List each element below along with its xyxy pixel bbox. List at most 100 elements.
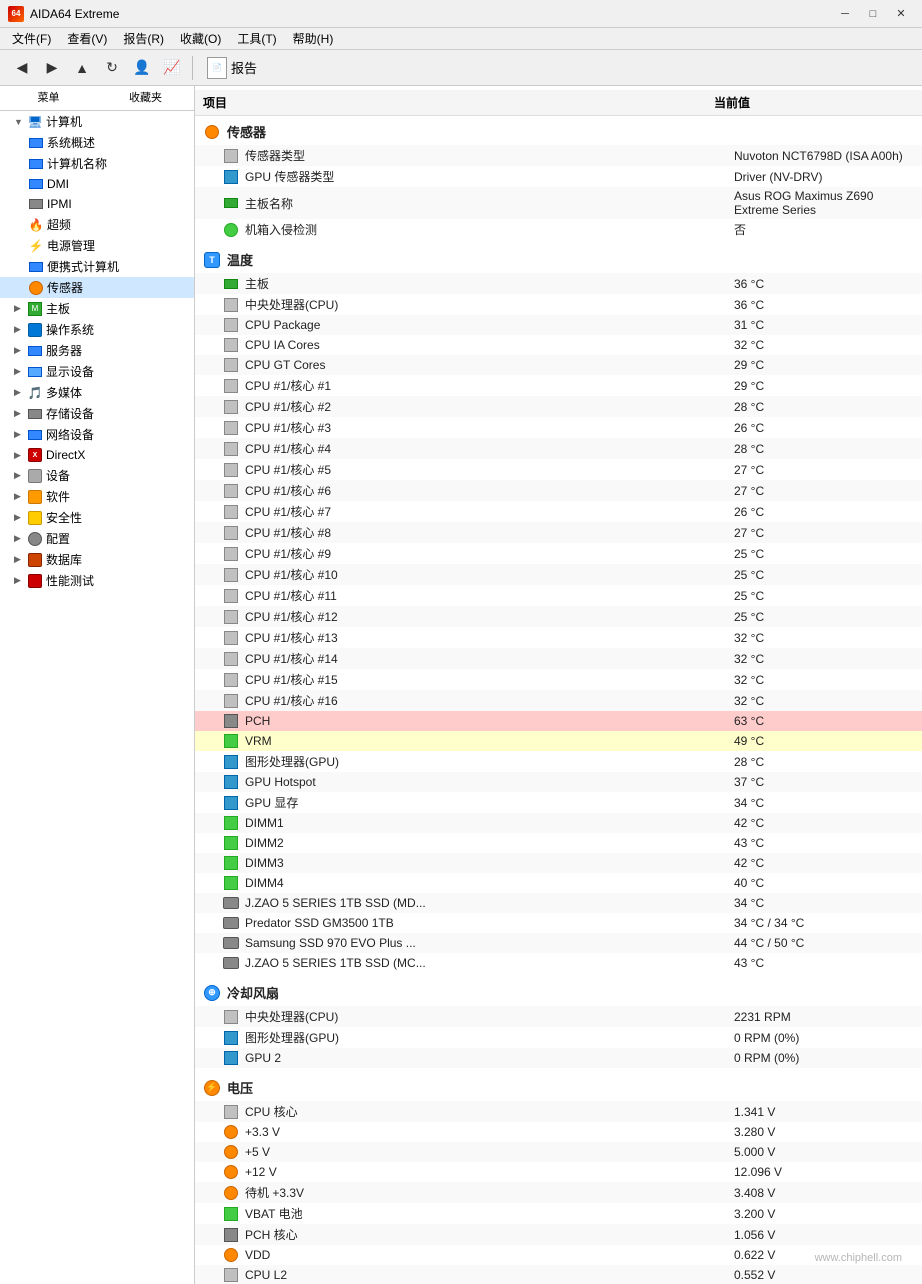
row-temp-core16: CPU #1/核心 #16 32 °C [195, 690, 922, 711]
row-volt-cpu: CPU 核心 1.341 V [195, 1101, 922, 1122]
row-label-temp-core8: CPU #1/核心 #8 [245, 524, 734, 541]
sidebar-item-motherboard[interactable]: ▶ M 主板 [0, 298, 194, 319]
sidebar-item-storage[interactable]: ▶ 存储设备 [0, 403, 194, 424]
maximize-button[interactable]: □ [860, 3, 886, 25]
row-label-temp-core15: CPU #1/核心 #15 [245, 671, 734, 688]
row-label-temp-vrm: VRM [245, 734, 734, 748]
row-value-temp-mb: 36 °C [734, 277, 914, 291]
section-header-voltage: ⚡ 电压 [195, 1072, 922, 1101]
row-label-temp-core10: CPU #1/核心 #10 [245, 566, 734, 583]
row-icon-temp-gpu [223, 754, 239, 770]
title-controls[interactable]: ─ □ ✕ [832, 3, 914, 25]
row-value-temp-dimm1: 42 °C [734, 816, 914, 830]
refresh-button[interactable]: ↻ [98, 54, 126, 82]
row-temp-vrm: VRM 49 °C [195, 731, 922, 751]
server-icon-side [27, 343, 43, 359]
menu-favorites[interactable]: 收藏(O) [172, 28, 229, 49]
row-label-temp-gpumem: GPU 显存 [245, 794, 734, 811]
sidebar-item-network[interactable]: ▶ 网络设备 [0, 424, 194, 445]
section-label-temp: 温度 [227, 250, 253, 269]
menu-tools[interactable]: 工具(T) [229, 28, 284, 49]
menu-report[interactable]: 报告(R) [115, 28, 172, 49]
row-label-temp-core1: CPU #1/核心 #1 [245, 377, 734, 394]
sidebar-label-database: 数据库 [46, 551, 82, 568]
sidebar-item-overclock[interactable]: 🔥 超频 [0, 214, 194, 235]
sidebar-item-config[interactable]: ▶ 配置 [0, 528, 194, 549]
sidebar-item-portable[interactable]: 便携式计算机 [0, 256, 194, 277]
row-temp-disk1: J.ZAO 5 SERIES 1TB SSD (MD... 34 °C [195, 893, 922, 913]
chart-button[interactable]: 📈 [158, 54, 186, 82]
sidebar-item-benchmark[interactable]: ▶ 性能测试 [0, 570, 194, 591]
section-sensor: 传感器 传感器类型 Nuvoton NCT6798D (ISA A00h) GP… [195, 116, 922, 240]
sidebar-item-computer[interactable]: ▼ 🖥 计算机 [0, 111, 194, 132]
row-icon-volt-cpu [223, 1104, 239, 1120]
row-label-temp-core3: CPU #1/核心 #3 [245, 419, 734, 436]
row-label-chassis: 机箱入侵检测 [245, 221, 734, 238]
sidebar-item-computername[interactable]: 计算机名称 [0, 153, 194, 174]
sidebar-label-dmi: DMI [47, 177, 69, 191]
sidebar-item-multimedia[interactable]: ▶ 🎵 多媒体 [0, 382, 194, 403]
section-icon-temp: T [203, 251, 221, 269]
sidebar-item-power[interactable]: ⚡ 电源管理 [0, 235, 194, 256]
multimedia-icon-side: 🎵 [27, 385, 43, 401]
row-temp-core7: CPU #1/核心 #7 26 °C [195, 501, 922, 522]
sidebar-item-database[interactable]: ▶ 数据库 [0, 549, 194, 570]
back-button[interactable]: ◀ [8, 54, 36, 82]
row-value-volt-standby: 3.408 V [734, 1186, 914, 1200]
expand-arrow-devices: ▶ [14, 470, 24, 481]
sidebar-item-display[interactable]: ▶ 显示设备 [0, 361, 194, 382]
row-value-temp-core9: 25 °C [734, 547, 914, 561]
forward-button[interactable]: ▶ [38, 54, 66, 82]
row-temp-mb: 主板 36 °C [195, 273, 922, 294]
sidebar-item-security[interactable]: ▶ 安全性 [0, 507, 194, 528]
sidebar-item-os[interactable]: ▶ 操作系统 [0, 319, 194, 340]
row-temp-gpumem: GPU 显存 34 °C [195, 792, 922, 813]
row-icon-temp-pch [223, 713, 239, 729]
row-value-fan-gpu: 0 RPM (0%) [734, 1031, 914, 1045]
sidebar-item-devices[interactable]: ▶ 设备 [0, 465, 194, 486]
sidebar-item-ipmi[interactable]: IPMI [0, 194, 194, 214]
minimize-button[interactable]: ─ [832, 3, 858, 25]
tab-menu[interactable]: 菜单 [0, 86, 97, 110]
sidebar-label-portable: 便携式计算机 [47, 258, 119, 275]
row-label-temp-core5: CPU #1/核心 #5 [245, 461, 734, 478]
sidebar-label-software: 软件 [46, 488, 70, 505]
menu-help[interactable]: 帮助(H) [285, 28, 342, 49]
row-temp-gpuhotspot: GPU Hotspot 37 °C [195, 772, 922, 792]
sidebar-item-server[interactable]: ▶ 服务器 [0, 340, 194, 361]
row-temp-core10: CPU #1/核心 #10 25 °C [195, 564, 922, 585]
menu-file[interactable]: 文件(F) [4, 28, 59, 49]
sidebar-item-directx[interactable]: ▶ X DirectX [0, 445, 194, 465]
row-value-chassis: 否 [734, 221, 914, 238]
row-icon-gpu-sensor [223, 169, 239, 185]
power-icon-side: ⚡ [28, 238, 44, 254]
tab-favorites[interactable]: 收藏夹 [97, 86, 194, 110]
up-button[interactable]: ▲ [68, 54, 96, 82]
computer-icon: 🖥 [27, 114, 43, 130]
col-header-value: 当前值 [714, 94, 914, 111]
security-icon-side [27, 510, 43, 526]
menu-view[interactable]: 查看(V) [59, 28, 115, 49]
row-icon-volt-33 [223, 1124, 239, 1140]
row-label-temp-dimm3: DIMM3 [245, 856, 734, 870]
row-label-temp-core9: CPU #1/核心 #9 [245, 545, 734, 562]
row-icon-temp-dimm3 [223, 855, 239, 871]
computername-icon [28, 156, 44, 172]
sidebar-label-os: 操作系统 [46, 321, 94, 338]
sidebar-item-software[interactable]: ▶ 软件 [0, 486, 194, 507]
user-button[interactable]: 👤 [128, 54, 156, 82]
sidebar-item-sensor[interactable]: 传感器 [0, 277, 194, 298]
row-icon-temp-core1 [223, 378, 239, 394]
row-value-temp-gpumem: 34 °C [734, 796, 914, 810]
row-label-volt-standby: 待机 +3.3V [245, 1184, 734, 1201]
row-volt-standby: 待机 +3.3V 3.408 V [195, 1182, 922, 1203]
sidebar-label-storage: 存储设备 [46, 405, 94, 422]
benchmark-icon-side [27, 573, 43, 589]
sidebar-item-dmi[interactable]: DMI [0, 174, 194, 194]
row-icon-fan-gpu2 [223, 1050, 239, 1066]
row-icon-volt-vdd [223, 1247, 239, 1263]
close-button[interactable]: ✕ [888, 3, 914, 25]
row-icon-temp-core13 [223, 630, 239, 646]
title-bar: 64 AIDA64 Extreme ─ □ ✕ [0, 0, 922, 28]
sidebar-item-overview[interactable]: 系统概述 [0, 132, 194, 153]
